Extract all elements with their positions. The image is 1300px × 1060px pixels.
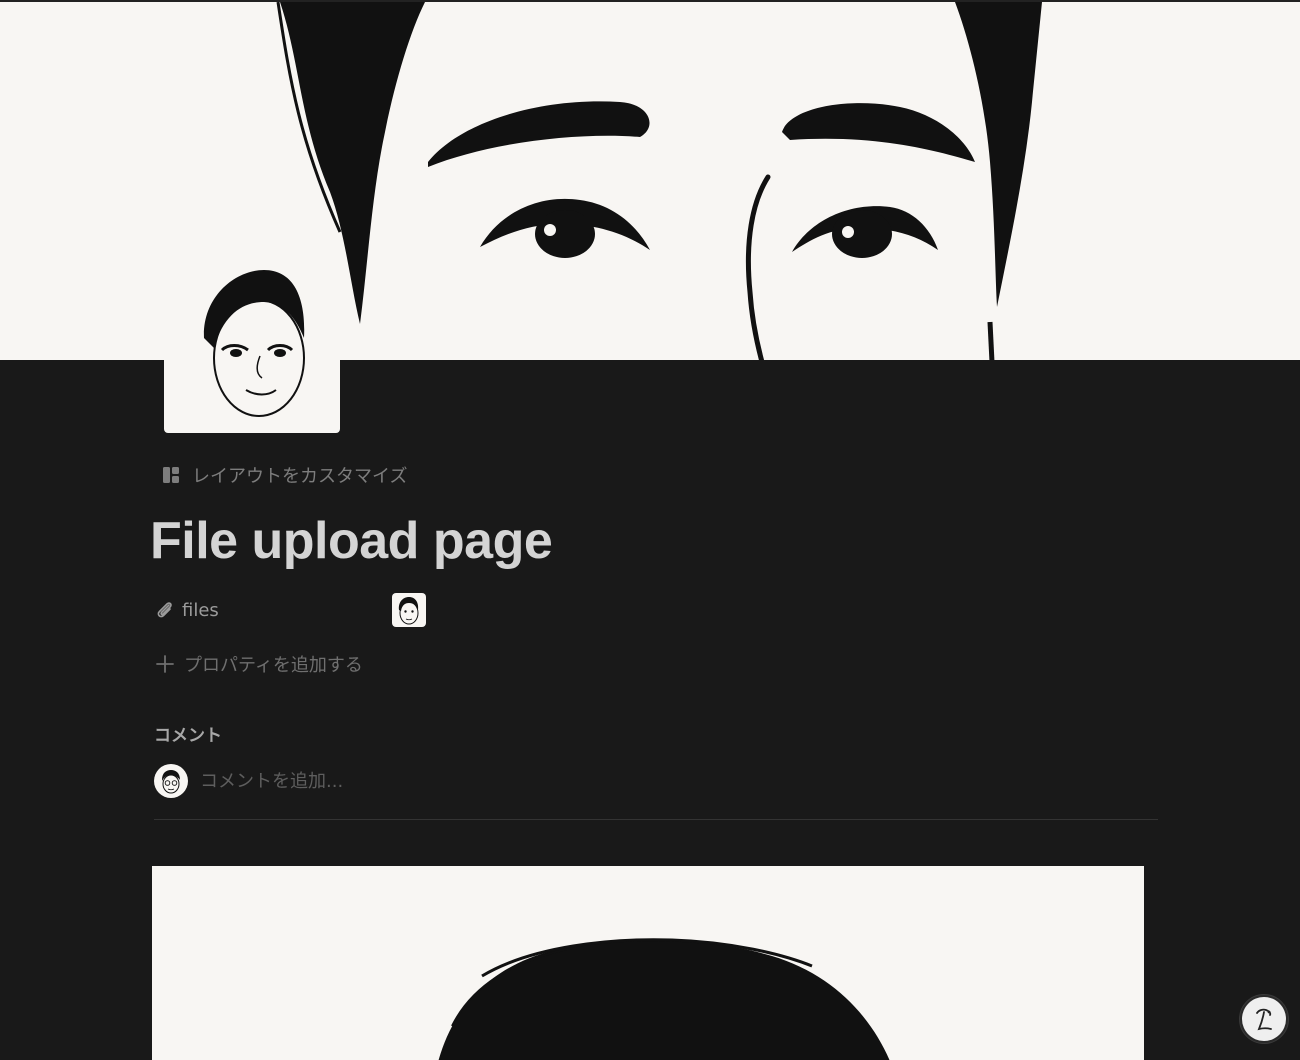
embedded-image-block[interactable] <box>152 866 1144 1060</box>
plus-icon <box>156 655 174 673</box>
face-avatar-icon <box>203 270 305 417</box>
property-name-files[interactable]: files <box>154 599 390 621</box>
file-thumbnail[interactable] <box>392 593 426 627</box>
help-button[interactable] <box>1239 994 1289 1044</box>
comment-composer <box>154 763 1158 799</box>
page-root: レイアウトをカスタマイズ File upload page files プロパテ… <box>0 0 1300 1060</box>
customize-layout-label: レイアウトをカスタマイズ <box>192 466 408 487</box>
paperclip-icon <box>157 602 172 618</box>
user-avatar <box>154 764 188 798</box>
help-icon-bg <box>1242 997 1286 1041</box>
comment-input[interactable] <box>200 766 1158 796</box>
embedded-face-illustration <box>438 938 890 1060</box>
layout-icon <box>163 467 179 483</box>
divider <box>154 819 1158 820</box>
comments-heading: コメント <box>154 726 222 746</box>
customize-layout-button[interactable]: レイアウトをカスタマイズ <box>160 462 407 488</box>
add-property-button[interactable]: プロパティを追加する <box>154 650 363 678</box>
help-icon <box>1256 1008 1272 1031</box>
property-row-files: files <box>154 591 426 629</box>
property-name-label: files <box>182 599 219 621</box>
face-thumbnail-icon <box>398 597 419 625</box>
avatar-face-icon <box>155 765 187 797</box>
page-icon[interactable] <box>164 258 340 433</box>
add-property-label: プロパティを追加する <box>184 655 363 676</box>
page-title[interactable]: File upload page <box>150 508 553 574</box>
